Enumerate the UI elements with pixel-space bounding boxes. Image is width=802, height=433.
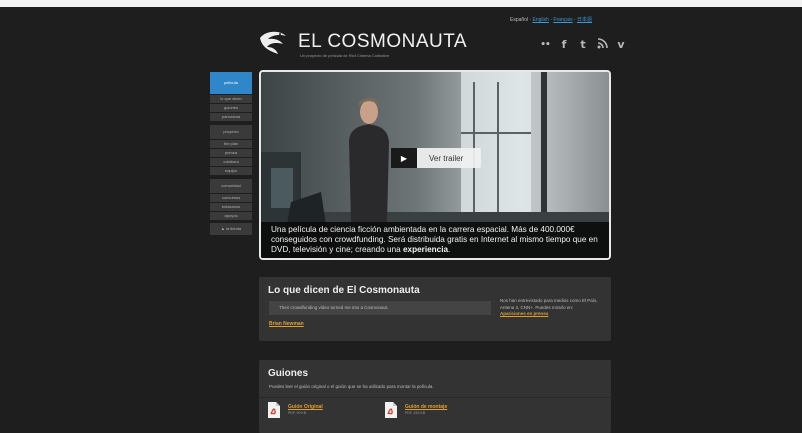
testimonial-quote: Their crowdfunding video turned me into … xyxy=(269,301,491,315)
pdf-icon xyxy=(385,402,397,418)
script-name[interactable]: Guión Original xyxy=(288,404,323,410)
nav-item-proyecto[interactable]: proyecto xyxy=(210,125,252,139)
hero-video[interactable]: ▶ Ver trailer Una película de ciencia fi… xyxy=(259,70,611,260)
bird-logo-icon xyxy=(260,31,286,54)
flickr-icon[interactable]: •• xyxy=(537,38,553,52)
vimeo-icon[interactable]: v xyxy=(613,38,629,52)
press-mentions: Nos han entrevistado para medios como El… xyxy=(500,298,598,316)
tumblr-icon[interactable]: t xyxy=(575,38,591,52)
nav-item-panorama[interactable]: panorama xyxy=(210,113,252,121)
nav-item-pelicula[interactable]: película xyxy=(210,72,252,94)
guiones-title: Guiones xyxy=(268,368,309,379)
rss-icon[interactable] xyxy=(594,38,610,52)
language-link-japanese[interactable]: 日本語 xyxy=(577,17,592,23)
play-icon: ▶ xyxy=(391,148,417,168)
language-current: Español xyxy=(510,17,529,23)
script-size: PDF, 99 KB xyxy=(288,411,307,415)
lo-que-dicen-panel: Lo que dicen de El Cosmonauta Their crow… xyxy=(259,277,611,341)
press-appearances-link[interactable]: Apariciones en prensa xyxy=(500,311,548,316)
nav-item-the-plan[interactable]: the plan xyxy=(210,140,252,148)
nav-item-comunidad[interactable]: comunidad xyxy=(210,179,252,193)
nav-item-apoyos[interactable]: apoyos xyxy=(210,212,252,220)
script-size: PDF, 152 KB xyxy=(405,411,426,415)
language-selector: Español · English · Français · 日本語 xyxy=(510,17,593,23)
panel-divider xyxy=(259,397,611,398)
site-logo[interactable]: EL COSMONAUTA Un proyecto de película de… xyxy=(258,28,467,64)
script-download-montaje[interactable]: Guión de montaje PDF, 152 KB xyxy=(385,402,447,418)
play-trailer-button[interactable]: ▶ Ver trailer xyxy=(391,148,481,168)
guiones-panel: Guiones Puedes leer el guión original o … xyxy=(259,360,611,433)
nav-item-la-tienda[interactable]: ▲ la tienda xyxy=(210,223,252,235)
lo-que-dicen-title: Lo que dicen de El Cosmonauta xyxy=(268,285,420,296)
nav-item-equipo[interactable]: equipo xyxy=(210,167,252,175)
language-link-french[interactable]: Français xyxy=(553,17,572,23)
site-title: EL COSMONAUTA xyxy=(298,31,468,52)
browser-top-strip xyxy=(0,0,802,7)
facebook-icon[interactable]: f xyxy=(556,38,572,52)
language-link-english[interactable]: English xyxy=(533,17,549,23)
hero-caption: Una película de ciencia ficción ambienta… xyxy=(261,222,609,258)
nav-item-enlazanos[interactable]: enlázanos xyxy=(210,203,252,211)
nav-item-concursos[interactable]: concursos xyxy=(210,194,252,202)
script-download-original[interactable]: Guión Original PDF, 99 KB xyxy=(268,402,323,418)
script-name[interactable]: Guión de montaje xyxy=(405,404,447,410)
pdf-icon xyxy=(268,402,280,418)
trailer-label: Ver trailer xyxy=(429,153,464,163)
nav-item-lo-que-dicen[interactable]: lo que dicen xyxy=(210,95,252,103)
site-subtitle: Un proyecto de película de Riot Cinema C… xyxy=(300,53,390,58)
tshirt-icon: ▲ xyxy=(220,226,225,231)
nav-item-prensa[interactable]: prensa xyxy=(210,149,252,157)
social-links: •• f t v xyxy=(537,38,629,52)
caption-highlight: experiencia xyxy=(402,245,449,254)
nav-item-colabora[interactable]: colabora xyxy=(210,158,252,166)
guiones-description: Puedes leer el guión original o el guión… xyxy=(269,384,434,389)
testimonial-author-link[interactable]: Brian Newman xyxy=(269,321,304,327)
nav-item-guiones[interactable]: guiones xyxy=(210,104,252,112)
section-nav: película lo que dicen guiones panorama p… xyxy=(210,72,252,236)
